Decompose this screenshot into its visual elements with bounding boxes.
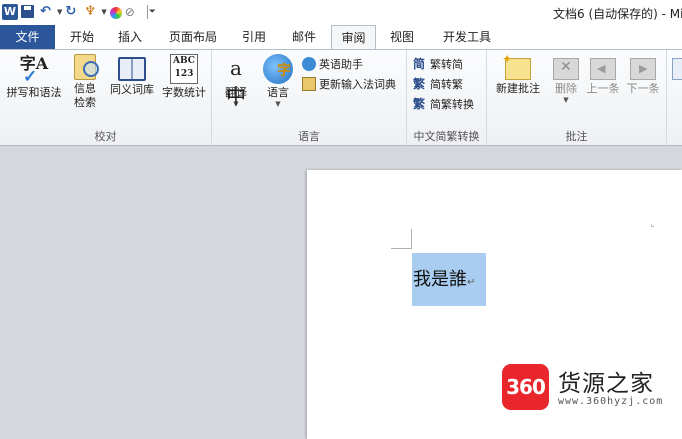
title-bar: W ↶ ▼ ↻ ♆ ▼ ⊘ ⏷ 文档6 (自动保存的) - Mi <box>0 0 682 24</box>
format-painter-icon[interactable]: ♆ <box>84 4 100 20</box>
tab-view[interactable]: 视图 <box>384 25 420 49</box>
selected-text-content: 我是誰 <box>413 269 467 290</box>
tab-page-layout[interactable]: 页面布局 <box>163 25 223 49</box>
word-count-icon-bottom: 123 <box>174 69 194 79</box>
selected-text[interactable]: 我是誰↵ <box>412 253 486 306</box>
word-count-icon: ABC 123 <box>170 54 198 84</box>
next-comment-button[interactable]: 下一条 <box>623 54 663 96</box>
language-dropdown-icon[interactable]: ▼ <box>258 100 298 108</box>
track-changes-icon[interactable] <box>672 58 682 80</box>
group-proofing: 字A 拼写和语法 信息 检索 同义词库 ABC 123 字数统计 校对 <box>0 50 212 146</box>
crop-mark-horizontal <box>391 248 411 249</box>
group-comments-label: 批注 <box>565 130 588 143</box>
delete-comment-icon <box>553 58 579 80</box>
thesaurus-label: 同义词库 <box>110 83 154 96</box>
delete-dropdown-icon[interactable]: ▼ <box>547 96 585 104</box>
research-label-line1: 信息 <box>74 82 96 95</box>
group-tracking-partial <box>667 50 682 146</box>
chinese-conversion-label: 简繁转换 <box>430 97 474 111</box>
crop-mark-top-right <box>651 224 654 227</box>
conversion-icon: 繁 <box>413 96 426 111</box>
thesaurus-icon <box>118 57 146 81</box>
translate-button[interactable]: a中 翻译 ▼ <box>216 54 256 108</box>
save-button[interactable] <box>21 4 37 20</box>
ribbon-tabs: 文件 开始 插入 页面布局 引用 邮件 审阅 视图 开发工具 <box>0 24 682 50</box>
simplified-to-traditional-label: 简转繁 <box>430 77 463 91</box>
quick-access-toolbar: W ↶ ▼ ↻ ♆ ▼ ⊘ ⏷ <box>0 0 159 24</box>
previous-comment-label: 上一条 <box>586 82 620 95</box>
ribbon-review: 字A 拼写和语法 信息 检索 同义词库 ABC 123 字数统计 校对 a中 翻… <box>0 49 682 146</box>
group-chinese-conversion-label: 中文简繁转换 <box>413 130 480 143</box>
painter-dropdown-icon[interactable]: ▼ <box>101 8 106 16</box>
word-count-label: 字数统计 <box>162 86 206 99</box>
spelling-grammar-label: 拼写和语法 <box>6 86 62 99</box>
group-proofing-label: 校对 <box>94 130 117 143</box>
update-ime-dictionary-label: 更新输入法词典 <box>319 77 396 91</box>
delete-comment-button[interactable]: 删除 ▼ <box>547 54 585 104</box>
paragraph-mark: ↵ <box>467 277 476 288</box>
simplified-icon: 简 <box>413 56 426 71</box>
language-label: 语言 <box>267 86 289 99</box>
word-app-icon[interactable]: W <box>2 4 18 20</box>
tab-review[interactable]: 审阅 <box>331 25 376 50</box>
research-button[interactable]: 信息 检索 <box>66 54 104 110</box>
spelling-icon: 字A <box>19 54 49 87</box>
language-globe-icon <box>263 54 293 84</box>
undo-dropdown-icon[interactable]: ▼ <box>57 8 62 16</box>
tab-file[interactable]: 文件 <box>0 25 55 49</box>
watermark-name: 货源之家 <box>558 371 654 397</box>
chinese-conversion-button[interactable]: 繁 简繁转换 <box>413 95 474 112</box>
language-button[interactable]: 语言 ▼ <box>258 54 298 108</box>
translate-icon: a中 <box>226 56 246 108</box>
new-comment-button[interactable]: 新建批注 <box>490 52 546 96</box>
simplified-to-traditional-button[interactable]: 繁 简转繁 <box>413 75 463 92</box>
crop-mark-vertical <box>411 229 412 249</box>
word-count-icon-top: ABC <box>173 56 195 66</box>
customize-toolbar-icon[interactable]: ⏷ <box>149 7 156 17</box>
toolbar-separator <box>146 5 148 19</box>
traditional-icon: 繁 <box>413 76 426 91</box>
english-assistant-icon <box>302 56 316 71</box>
tab-developer[interactable]: 开发工具 <box>436 25 498 49</box>
group-language-label: 语言 <box>298 130 320 143</box>
word-count-button[interactable]: ABC 123 字数统计 <box>158 54 210 100</box>
tab-mailings[interactable]: 邮件 <box>284 25 324 49</box>
new-comment-icon <box>502 52 531 80</box>
next-comment-label: 下一条 <box>626 82 660 95</box>
window-title: 文档6 (自动保存的) - Mi <box>553 7 682 21</box>
watermark-logo-icon: 360 <box>502 364 549 410</box>
traditional-to-simplified-label: 繁转简 <box>430 57 463 71</box>
watermark: 360 货源之家 www.360hyzj.com <box>500 362 682 416</box>
group-language: a中 翻译 ▼ 语言 ▼ 英语助手 更新输入法词典 语言 <box>212 50 407 146</box>
research-label-line2: 检索 <box>74 96 96 109</box>
color-wheel-icon[interactable] <box>109 7 122 19</box>
watermark-url: www.360hyzj.com <box>558 396 664 407</box>
previous-comment-button[interactable]: 上一条 <box>583 54 623 96</box>
tab-insert[interactable]: 插入 <box>110 25 150 49</box>
redo-icon[interactable]: ↻ <box>65 4 81 20</box>
group-comments: 新建批注 删除 ▼ 上一条 下一条 批注 <box>487 50 667 146</box>
ime-dictionary-icon <box>302 76 316 91</box>
english-assistant-label: 英语助手 <box>319 57 363 71</box>
research-icon <box>74 54 99 80</box>
traditional-to-simplified-button[interactable]: 简 繁转简 <box>413 55 463 72</box>
new-comment-label: 新建批注 <box>496 82 540 95</box>
save-icon <box>21 5 34 18</box>
tab-references[interactable]: 引用 <box>236 25 272 49</box>
clear-format-icon[interactable]: ⊘ <box>125 4 141 20</box>
update-ime-dictionary-button[interactable]: 更新输入法词典 <box>302 75 396 92</box>
undo-icon[interactable]: ↶ <box>40 4 56 20</box>
spelling-icon-glyph: 字A <box>19 54 49 73</box>
group-chinese-conversion: 简 繁转简 繁 简转繁 繁 简繁转换 中文简繁转换 <box>407 50 487 146</box>
tab-home[interactable]: 开始 <box>62 25 102 49</box>
delete-comment-label: 删除 <box>555 82 577 95</box>
thesaurus-button[interactable]: 同义词库 <box>106 54 158 97</box>
english-assistant-button[interactable]: 英语助手 <box>302 55 363 72</box>
next-comment-icon <box>630 58 656 80</box>
previous-comment-icon <box>590 58 616 80</box>
spelling-grammar-button[interactable]: 字A 拼写和语法 <box>4 54 64 100</box>
